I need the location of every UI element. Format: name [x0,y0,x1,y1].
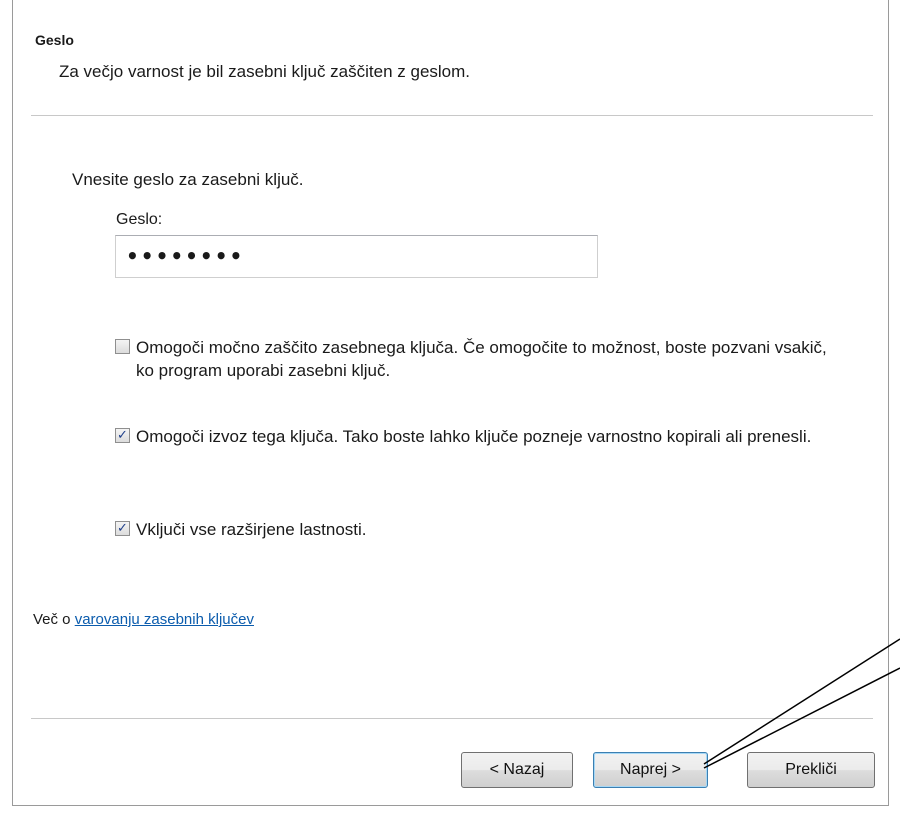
annotation-arrows [703,638,900,769]
annotation-arrow-line-2 [703,667,900,769]
annotation-arrow-line-1 [703,638,900,765]
